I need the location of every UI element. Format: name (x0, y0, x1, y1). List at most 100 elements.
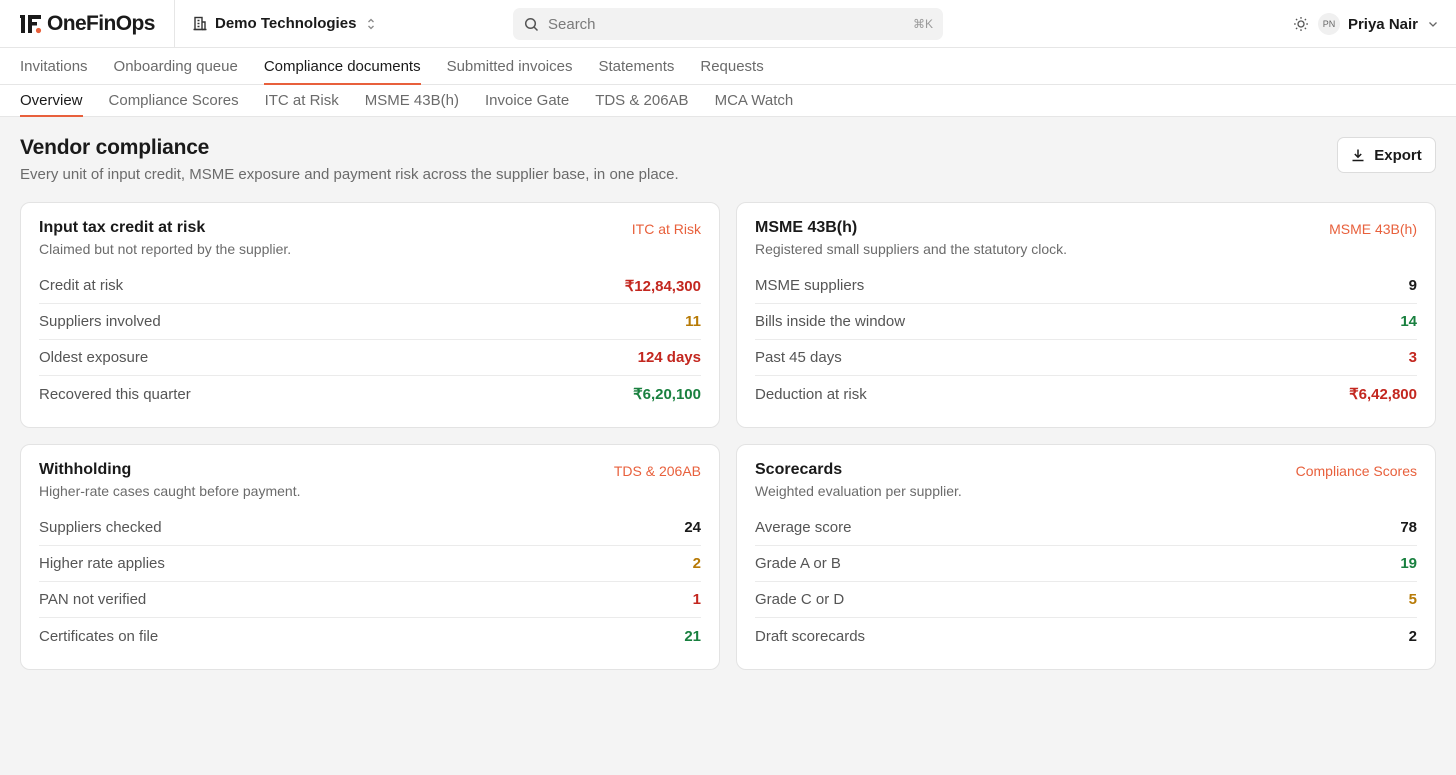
card-itc-at-risk: Input tax credit at risk ITC at Risk Cla… (20, 202, 720, 428)
tab-statements[interactable]: Statements (598, 48, 674, 85)
metric-row: Bills inside the window 14 (755, 304, 1417, 340)
building-icon (193, 16, 207, 31)
metric-label: Higher rate applies (39, 555, 165, 572)
brand-logo[interactable]: OneFinOps (0, 0, 175, 48)
metric-value: 3 (1408, 349, 1417, 366)
tab-onboarding-queue[interactable]: Onboarding queue (114, 48, 238, 85)
metric-row: Deduction at risk ₹6,42,800 (755, 376, 1417, 412)
card-link[interactable]: MSME 43B(h) (1329, 221, 1417, 237)
metric-row: Credit at risk ₹12,84,300 (39, 268, 701, 304)
top-bar: OneFinOps Demo Technologies ⌘K (0, 0, 1456, 48)
metric-label: Grade A or B (755, 555, 841, 572)
metric-value: 2 (692, 555, 701, 572)
secondary-tabs: Overview Compliance Scores ITC at Risk M… (0, 85, 1456, 117)
tab-compliance-documents[interactable]: Compliance documents (263, 48, 421, 85)
metric-row: Suppliers checked 24 (39, 510, 701, 546)
metric-row: PAN not verified 1 (39, 582, 701, 618)
metric-label: PAN not verified (39, 591, 147, 608)
metric-value: ₹6,20,100 (633, 386, 701, 403)
metric-row: Recovered this quarter ₹6,20,100 (39, 376, 701, 412)
search-bar[interactable]: ⌘K (513, 8, 943, 40)
metric-value: 11 (685, 313, 701, 330)
metric-row: Grade C or D 5 (755, 582, 1417, 618)
card-scorecards: Scorecards Compliance Scores Weighted ev… (736, 444, 1436, 670)
subtab-msme-43bh[interactable]: MSME 43B(h) (365, 85, 459, 117)
metric-row: Suppliers involved 11 (39, 304, 701, 340)
download-icon (1351, 148, 1365, 162)
card-subtitle: Weighted evaluation per supplier. (755, 483, 962, 499)
metric-label: Suppliers involved (39, 313, 161, 330)
export-button[interactable]: Export (1337, 137, 1436, 173)
export-label: Export (1374, 146, 1422, 164)
org-switcher[interactable]: Demo Technologies (175, 15, 376, 32)
metric-list: Credit at risk ₹12,84,300 Suppliers invol… (39, 268, 701, 412)
card-subtitle: Higher-rate cases caught before payment. (39, 483, 301, 499)
card-grid: Input tax credit at risk ITC at Risk Cla… (20, 202, 1436, 670)
avatar[interactable]: PN (1317, 13, 1340, 35)
metric-row: MSME suppliers 9 (755, 268, 1417, 304)
card-link[interactable]: TDS & 206AB (614, 463, 701, 479)
primary-tabs: Invitations Onboarding queue Compliance … (0, 48, 1456, 85)
metric-value: 124 days (637, 349, 701, 366)
search-input[interactable] (548, 15, 913, 33)
tab-requests[interactable]: Requests (700, 48, 763, 85)
metric-row: Certificates on file 21 (39, 618, 701, 654)
metric-label: Suppliers checked (39, 519, 162, 536)
search-icon (524, 17, 539, 32)
main-content: Vendor compliance Every unit of input cr… (0, 117, 1456, 670)
metric-row: Higher rate applies 2 (39, 546, 701, 582)
chevron-down-icon[interactable] (1428, 20, 1438, 28)
card-link[interactable]: Compliance Scores (1296, 463, 1417, 479)
metric-value: 24 (684, 519, 701, 536)
metric-label: Grade C or D (755, 591, 845, 608)
metric-list: Average score 78 Grade A or B 19 Grade C o… (755, 510, 1417, 654)
card-title: Scorecards (755, 461, 843, 478)
metric-label: Past 45 days (755, 349, 842, 366)
metric-value: 9 (1408, 277, 1417, 294)
tab-invitations[interactable]: Invitations (20, 48, 88, 85)
metric-label: Deduction at risk (755, 385, 867, 403)
card-link[interactable]: ITC at Risk (632, 221, 701, 237)
chevron-up-down-icon (366, 17, 376, 31)
metric-label: MSME suppliers (755, 277, 865, 294)
metric-value: 1 (692, 591, 701, 608)
metric-value: 5 (1408, 591, 1417, 608)
metric-label: Oldest exposure (39, 349, 149, 366)
subtab-compliance-scores[interactable]: Compliance Scores (109, 85, 239, 117)
subtab-tds-206ab[interactable]: TDS & 206AB (595, 85, 688, 117)
metric-list: MSME suppliers 9 Bills inside the window 1… (755, 268, 1417, 412)
page-title: Vendor compliance (20, 136, 210, 159)
card-title: MSME 43B(h) (755, 219, 858, 236)
page-subtitle: Every unit of input credit, MSME exposur… (20, 166, 679, 183)
org-name: Demo Technologies (215, 15, 357, 32)
metric-value: 19 (1400, 555, 1417, 572)
theme-toggle-sun-icon[interactable] (1293, 16, 1309, 32)
subtab-itc-at-risk[interactable]: ITC at Risk (265, 85, 339, 117)
user-name[interactable]: Priya Nair (1348, 16, 1418, 33)
metric-value: 78 (1400, 519, 1417, 536)
subtab-invoice-gate[interactable]: Invoice Gate (485, 85, 569, 117)
metric-label: Certificates on file (39, 627, 159, 645)
user-area: PN Priya Nair (1293, 0, 1438, 48)
card-withholding: Withholding TDS & 206AB Higher-rate case… (20, 444, 720, 670)
card-subtitle: Registered small suppliers and the statu… (755, 241, 1068, 257)
metric-row: Oldest exposure 124 days (39, 340, 701, 376)
metric-value: ₹6,42,800 (1349, 386, 1417, 403)
metric-label: Bills inside the window (755, 313, 906, 330)
metric-label: Average score (755, 519, 852, 536)
card-subtitle: Claimed but not reported by the supplier… (39, 241, 292, 257)
tab-submitted-invoices[interactable]: Submitted invoices (447, 48, 573, 85)
metric-row: Grade A or B 19 (755, 546, 1417, 582)
subtab-overview[interactable]: Overview (20, 85, 83, 117)
card-msme-43bh: MSME 43B(h) MSME 43B(h) Registered small… (736, 202, 1436, 428)
metric-label: Recovered this quarter (39, 385, 191, 403)
metric-row: Past 45 days 3 (755, 340, 1417, 376)
subtab-mca-watch[interactable]: MCA Watch (715, 85, 794, 117)
metric-value: 2 (1408, 627, 1417, 645)
metric-list: Suppliers checked 24 Higher rate applies 2… (39, 510, 701, 654)
card-title: Input tax credit at risk (39, 219, 206, 236)
metric-label: Draft scorecards (755, 627, 866, 645)
metric-value: ₹12,84,300 (624, 277, 701, 295)
metric-label: Credit at risk (39, 277, 124, 294)
metric-value: 21 (684, 627, 701, 645)
